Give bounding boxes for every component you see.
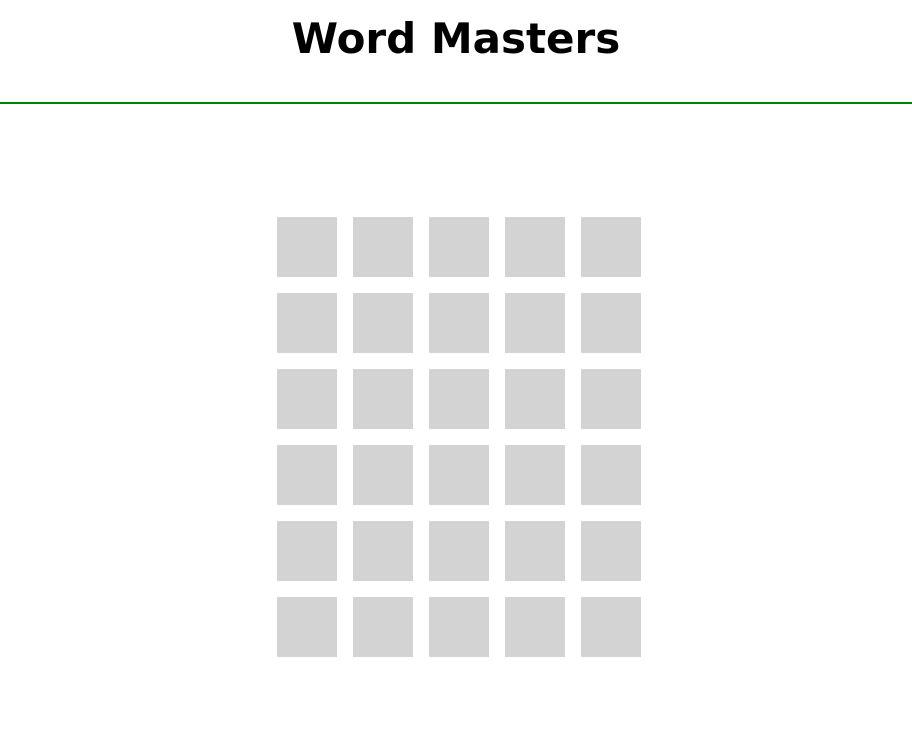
letter-board bbox=[277, 217, 641, 657]
letter-tile bbox=[581, 445, 641, 505]
letter-tile bbox=[429, 521, 489, 581]
letter-tile bbox=[277, 293, 337, 353]
letter-tile bbox=[429, 369, 489, 429]
letter-tile bbox=[277, 521, 337, 581]
letter-tile bbox=[429, 445, 489, 505]
page-title: Word Masters bbox=[291, 14, 621, 63]
letter-tile bbox=[277, 217, 337, 277]
letter-tile bbox=[505, 293, 565, 353]
letter-tile bbox=[505, 217, 565, 277]
letter-tile bbox=[353, 217, 413, 277]
letter-tile bbox=[581, 217, 641, 277]
letter-tile bbox=[353, 293, 413, 353]
letter-tile bbox=[277, 369, 337, 429]
navbar: Word Masters bbox=[0, 0, 912, 104]
letter-tile bbox=[353, 597, 413, 657]
letter-tile bbox=[581, 369, 641, 429]
letter-tile bbox=[505, 521, 565, 581]
letter-tile bbox=[505, 445, 565, 505]
letter-tile bbox=[277, 597, 337, 657]
letter-tile bbox=[581, 521, 641, 581]
letter-tile bbox=[353, 445, 413, 505]
letter-tile bbox=[353, 521, 413, 581]
letter-tile bbox=[505, 369, 565, 429]
letter-tile bbox=[353, 369, 413, 429]
letter-tile bbox=[505, 597, 565, 657]
letter-tile bbox=[429, 217, 489, 277]
letter-tile bbox=[277, 445, 337, 505]
letter-tile bbox=[581, 597, 641, 657]
letter-tile bbox=[429, 597, 489, 657]
letter-tile bbox=[429, 293, 489, 353]
letter-tile bbox=[581, 293, 641, 353]
